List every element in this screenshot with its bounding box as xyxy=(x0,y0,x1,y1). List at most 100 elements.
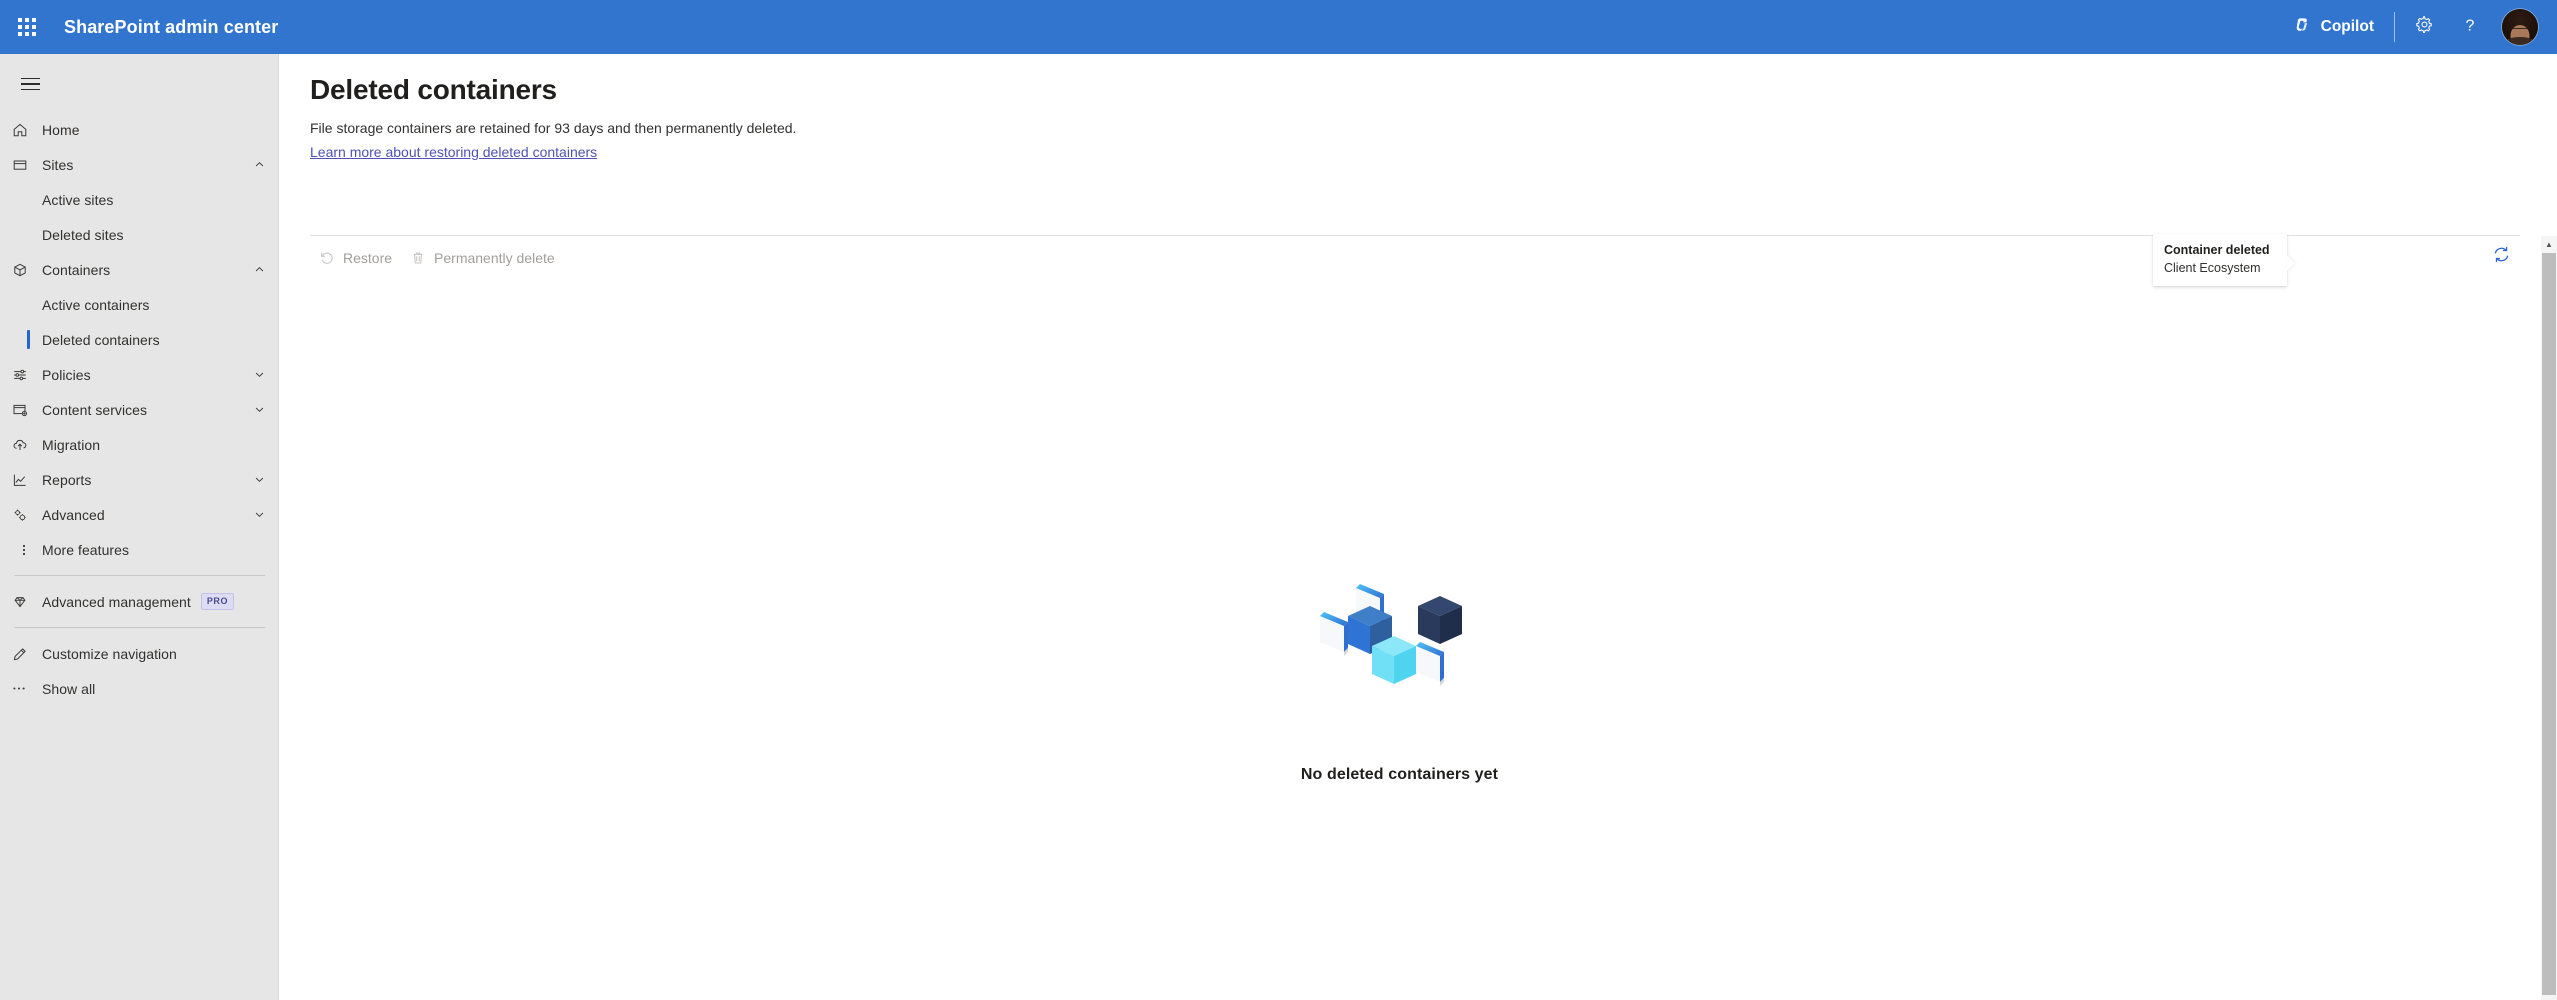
help-button[interactable]: ? xyxy=(2447,0,2493,54)
settings-button[interactable] xyxy=(2401,0,2447,54)
main-content: Deleted containers File storage containe… xyxy=(279,54,2557,1000)
reports-icon xyxy=(12,472,42,488)
policies-icon xyxy=(12,367,42,383)
sidebar-label-sites: Sites xyxy=(42,156,74,173)
home-icon xyxy=(12,122,42,138)
permanently-delete-label: Permanently delete xyxy=(434,250,555,266)
copilot-button[interactable]: Copilot xyxy=(2279,0,2388,54)
cube-dark-navy xyxy=(1417,596,1462,644)
content-services-icon xyxy=(12,402,42,418)
migration-icon xyxy=(12,437,42,453)
sidebar-label-containers: Containers xyxy=(42,261,111,278)
sidebar-item-advanced-management[interactable]: Advanced management PRO xyxy=(0,584,279,619)
sidebar-label-more-features: More features xyxy=(42,541,130,558)
sidebar-item-migration[interactable]: Migration xyxy=(0,427,279,462)
chevron-down-icon-advanced[interactable] xyxy=(254,509,265,520)
sidebar-item-containers[interactable]: Containers xyxy=(0,252,279,287)
sidebar-item-policies[interactable]: Policies xyxy=(0,357,279,392)
sidebar-label-reports: Reports xyxy=(42,471,92,488)
sidebar-item-more-features[interactable]: More features xyxy=(0,532,279,567)
sidebar-label-deleted-sites: Deleted sites xyxy=(42,226,124,243)
tooltip-subtitle: Client Ecosystem xyxy=(2164,261,2261,275)
page-header: Deleted containers File storage containe… xyxy=(279,54,2557,162)
chevron-down-icon-content-services[interactable] xyxy=(254,404,265,415)
global-nav-toggle-button[interactable] xyxy=(6,60,54,108)
sidebar-label-migration: Migration xyxy=(42,436,101,453)
page-title: Deleted containers xyxy=(310,74,557,105)
header-divider xyxy=(2394,12,2395,42)
scrollbar-thumb[interactable] xyxy=(2542,253,2556,995)
avatar xyxy=(2502,9,2538,45)
page-description: File storage containers are retained for… xyxy=(310,120,797,136)
svg-text:?: ? xyxy=(2466,17,2475,34)
question-mark-icon: ? xyxy=(2460,15,2480,40)
sidebar-item-sites[interactable]: Sites xyxy=(0,147,279,182)
tooltip-arrow xyxy=(2287,255,2295,271)
chevron-up-icon-containers[interactable] xyxy=(254,264,265,275)
sidebar-item-content-services[interactable]: Content services xyxy=(0,392,279,427)
copilot-icon xyxy=(2293,15,2312,39)
more-features-icon xyxy=(12,542,42,558)
sidebar-label-advanced: Advanced xyxy=(42,506,105,523)
sidebar-item-show-all[interactable]: Show all xyxy=(0,671,279,706)
sidebar-item-active-sites[interactable]: Active sites xyxy=(0,182,279,217)
empty-state-message: No deleted containers yet xyxy=(1300,766,1499,783)
trash-icon xyxy=(410,250,426,266)
command-bar: Restore Permanently delete xyxy=(310,236,564,280)
pencil-icon xyxy=(12,646,42,662)
sidebar-divider-2 xyxy=(14,627,265,628)
diamond-icon xyxy=(12,594,42,610)
isometric-containers-illustration xyxy=(1298,574,1502,734)
sidebar-item-active-containers[interactable]: Active containers xyxy=(0,287,279,322)
sidebar-label-home: Home xyxy=(42,121,80,138)
sidebar-item-home[interactable]: Home xyxy=(0,112,279,147)
sidebar-item-deleted-containers[interactable]: Deleted containers xyxy=(0,322,279,357)
refresh-icon xyxy=(2492,245,2511,269)
chevron-down-icon-policies[interactable] xyxy=(254,369,265,380)
sidebar-item-customize-navigation[interactable]: Customize navigation xyxy=(0,636,279,671)
restore-button[interactable]: Restore xyxy=(310,240,401,276)
empty-state: No deleted containers yet xyxy=(279,574,2520,784)
hamburger-icon xyxy=(20,77,40,91)
sidebar-item-advanced[interactable]: Advanced xyxy=(0,497,279,532)
sidebar-label-deleted-containers: Deleted containers xyxy=(42,331,160,348)
refresh-button[interactable] xyxy=(2484,240,2518,274)
ellipsis-icon xyxy=(12,686,42,691)
app-launcher-button[interactable] xyxy=(0,0,54,54)
tooltip-title: Container deleted xyxy=(2164,243,2270,257)
cube-light-cyan xyxy=(1371,636,1416,684)
waffle-icon xyxy=(18,18,36,36)
sidebar-label-advanced-management: Advanced management xyxy=(42,593,191,610)
gear-icon xyxy=(2415,15,2434,39)
chevron-up-icon-sites[interactable] xyxy=(254,159,265,170)
suite-title[interactable]: SharePoint admin center xyxy=(64,17,278,38)
account-avatar-button[interactable] xyxy=(2493,0,2547,54)
restore-arrow-icon xyxy=(319,250,335,266)
pro-badge: PRO xyxy=(200,593,235,610)
sidebar-label-customize-navigation: Customize navigation xyxy=(42,645,177,662)
advanced-icon xyxy=(12,507,42,523)
sidebar-divider-1 xyxy=(14,575,265,576)
panel-right xyxy=(1415,642,1444,686)
vertical-scrollbar[interactable]: ▲ xyxy=(2541,236,2557,1000)
suite-header-actions: Copilot ? xyxy=(2279,0,2557,54)
scroll-up-arrow-icon[interactable]: ▲ xyxy=(2541,236,2557,252)
container-deleted-tooltip: Container deleted Client Ecosystem xyxy=(2153,234,2295,286)
sidebar-item-deleted-sites[interactable]: Deleted sites xyxy=(0,217,279,252)
sidebar-label-content-services: Content services xyxy=(42,401,148,418)
learn-more-link[interactable]: Learn more about restoring deleted conta… xyxy=(310,142,597,162)
sidebar-label-policies: Policies xyxy=(42,366,91,383)
restore-label: Restore xyxy=(343,250,393,266)
sidebar-label-active-containers: Active containers xyxy=(42,296,150,313)
suite-header-bar: SharePoint admin center Copilot ? xyxy=(0,0,2557,54)
sidebar-item-reports[interactable]: Reports xyxy=(0,462,279,497)
permanently-delete-button[interactable]: Permanently delete xyxy=(401,240,564,276)
chevron-down-icon-reports[interactable] xyxy=(254,474,265,485)
sidebar-label-active-sites: Active sites xyxy=(42,191,114,208)
copilot-label: Copilot xyxy=(2320,18,2374,35)
sidebar-navigation: Home Sites Active sites Deleted sites Co… xyxy=(0,54,279,1000)
panel-left xyxy=(1319,612,1348,656)
sidebar-label-show-all: Show all xyxy=(42,680,96,697)
containers-icon xyxy=(12,262,42,278)
sites-icon xyxy=(12,157,42,173)
